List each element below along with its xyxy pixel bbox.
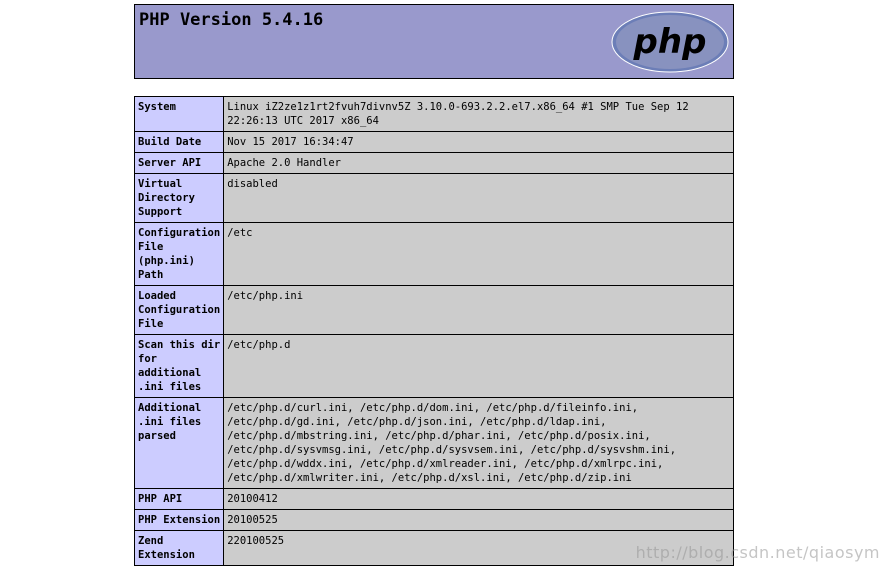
row-value: Linux iZ2ze1z1rt2fvuh7divnv5Z 3.10.0-693… — [223, 96, 734, 132]
row-key: Virtual Directory Support — [133, 173, 225, 223]
table-row: Virtual Directory Support disabled — [133, 173, 734, 223]
row-value: Apache 2.0 Handler — [223, 152, 734, 174]
row-value: /etc/php.ini — [223, 285, 734, 335]
row-key: Server API — [133, 152, 225, 174]
row-key: Additional .ini files parsed — [133, 397, 225, 489]
row-value: /etc/php.d — [223, 334, 734, 398]
row-key: Build Date — [133, 131, 225, 153]
row-value: /etc/php.d/curl.ini, /etc/php.d/dom.ini,… — [223, 397, 734, 489]
php-logo-text: php — [633, 22, 707, 62]
row-key: PHP API — [133, 488, 225, 510]
php-header-banner: PHP Version 5.4.16 php — [134, 4, 734, 79]
row-key: Loaded Configuration File — [133, 285, 225, 335]
table-row: Scan this dir for additional .ini files /… — [133, 334, 734, 398]
table-row: Loaded Configuration File/etc/php.ini — [133, 285, 734, 335]
table-row: System Linux iZ2ze1z1rt2fvuh7divnv5Z 3.10… — [133, 96, 734, 132]
row-value: 20100412 — [223, 488, 734, 510]
table-row: Configuration File (php.ini) Path/etc — [133, 222, 734, 286]
php-version-title: PHP Version 5.4.16 — [139, 10, 324, 30]
php-logo-icon: php — [611, 11, 729, 73]
row-value: 20100525 — [223, 509, 734, 531]
watermark-text: http://blog.csdn.net/qiaosym — [635, 543, 880, 562]
row-key: PHP Extension — [133, 509, 225, 531]
table-row: Build Date Nov 15 2017 16:34:47 — [133, 131, 734, 153]
row-key: System — [133, 96, 225, 132]
php-info-table: System Linux iZ2ze1z1rt2fvuh7divnv5Z 3.10… — [133, 96, 734, 566]
table-row: Additional .ini files parsed/etc/php.d/c… — [133, 397, 734, 489]
row-value: /etc — [223, 222, 734, 286]
table-row: PHP API 20100412 — [133, 488, 734, 510]
row-key: Configuration File (php.ini) Path — [133, 222, 225, 286]
row-key: Zend Extension — [133, 530, 225, 566]
table-row: PHP Extension 20100525 — [133, 509, 734, 531]
row-value: disabled — [223, 173, 734, 223]
row-key: Scan this dir for additional .ini files — [133, 334, 225, 398]
table-row: Server API Apache 2.0 Handler — [133, 152, 734, 174]
row-value: Nov 15 2017 16:34:47 — [223, 131, 734, 153]
